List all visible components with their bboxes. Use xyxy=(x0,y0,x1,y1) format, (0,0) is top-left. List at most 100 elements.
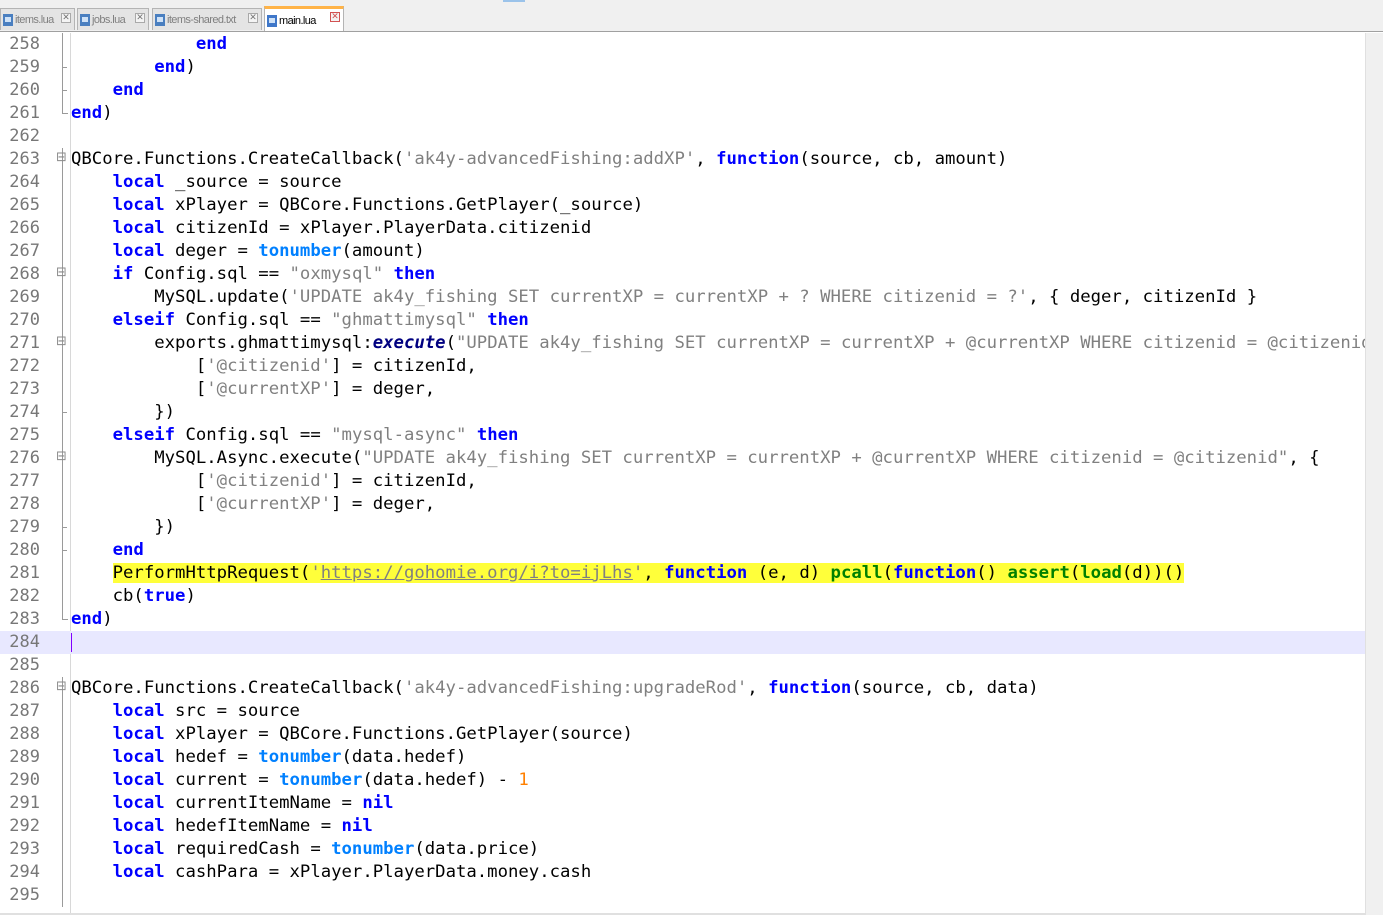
tab-items-lua[interactable]: items.lua ✕ xyxy=(0,8,75,30)
code-line[interactable]: 277 ['@citizenid'] = citizenId, xyxy=(0,470,1365,493)
fold-guide xyxy=(57,240,68,263)
code-line[interactable]: 280 end xyxy=(0,539,1365,562)
code-editor[interactable]: 258 end259 end)260 end261end)262263QBCor… xyxy=(0,33,1365,913)
code-line[interactable]: 286 QBCore.Functions.CreateCallback('ak4y… xyxy=(0,677,1365,700)
fold-guide xyxy=(57,539,68,562)
code-line[interactable]: 270 elseif Config.sql == "ghmattimysql" … xyxy=(0,309,1365,332)
code-text: PerformHttpRequest('https://gohomie.org/… xyxy=(71,562,1185,585)
fold-guide xyxy=(57,861,68,884)
code-line[interactable]: 290 local current = tonumber(data.hedef)… xyxy=(0,769,1365,792)
code-line[interactable]: 266 local citizenId = xPlayer.PlayerData… xyxy=(0,217,1365,240)
line-number: 273 xyxy=(9,379,40,399)
code-line[interactable]: 265 local xPlayer = QBCore.Functions.Get… xyxy=(0,194,1365,217)
code-text: exports.ghmattimysql:execute("UPDATE ak4… xyxy=(71,333,1365,353)
line-number: 295 xyxy=(9,885,40,905)
close-icon[interactable]: ✕ xyxy=(248,13,258,23)
fold-guide xyxy=(57,194,68,217)
fold-guide xyxy=(57,792,68,815)
code-line[interactable]: 291 local currentItemName = nil xyxy=(0,792,1365,815)
code-text: ['@citizenid'] = citizenId, xyxy=(71,356,477,376)
line-number: 281 xyxy=(9,563,40,583)
fold-guide xyxy=(57,700,68,723)
line-number: 283 xyxy=(9,609,40,629)
fold-toggle-icon[interactable] xyxy=(56,332,68,355)
code-line[interactable]: 279 }) xyxy=(0,516,1365,539)
fold-guide xyxy=(57,33,68,56)
code-line[interactable]: 292 local hedefItemName = nil xyxy=(0,815,1365,838)
line-number: 282 xyxy=(9,586,40,606)
code-line[interactable]: 294 local cashPara = xPlayer.PlayerData.… xyxy=(0,861,1365,884)
line-number: 275 xyxy=(9,425,40,445)
code-line[interactable]: 276 MySQL.Async.execute("UPDATE ak4y_fis… xyxy=(0,447,1365,470)
code-line[interactable]: 282 cb(true) xyxy=(0,585,1365,608)
code-line[interactable]: 269 MySQL.update('UPDATE ak4y_fishing SE… xyxy=(0,286,1365,309)
fold-toggle-icon[interactable] xyxy=(56,148,68,171)
tab-main-lua[interactable]: main.lua ✕ xyxy=(264,6,344,32)
line-number: 266 xyxy=(9,218,40,238)
code-line[interactable]: 263 QBCore.Functions.CreateCallback('ak4y… xyxy=(0,148,1365,171)
line-number: 287 xyxy=(9,701,40,721)
fold-toggle-icon[interactable] xyxy=(56,447,68,470)
code-line[interactable]: 273 ['@currentXP'] = deger, xyxy=(0,378,1365,401)
code-line[interactable]: 271 exports.ghmattimysql:execute("UPDATE… xyxy=(0,332,1365,355)
code-line[interactable]: 262 xyxy=(0,125,1365,148)
code-text: MySQL.Async.execute("UPDATE ak4y_fishing… xyxy=(71,448,1320,468)
code-line[interactable]: 260 end xyxy=(0,79,1365,102)
fold-guide xyxy=(57,562,68,585)
code-text: local currentItemName = nil xyxy=(112,793,394,813)
line-number: 284 xyxy=(9,632,40,652)
text-caret xyxy=(71,633,72,652)
line-number: 292 xyxy=(9,816,40,836)
code-text: local deger = tonumber(amount) xyxy=(112,241,425,261)
fold-guide xyxy=(57,378,68,401)
close-icon[interactable]: ✕ xyxy=(330,12,340,22)
code-text: end) xyxy=(154,57,196,77)
code-line[interactable]: 285 xyxy=(0,654,1365,677)
code-line[interactable]: 283 end) xyxy=(0,608,1365,631)
code-text: end xyxy=(112,80,144,100)
code-line[interactable]: 295 xyxy=(0,884,1365,907)
fold-guide xyxy=(57,493,68,516)
code-text: ['@citizenid'] = citizenId, xyxy=(71,471,477,491)
code-text: local xPlayer = QBCore.Functions.GetPlay… xyxy=(112,724,633,744)
vertical-scrollbar[interactable] xyxy=(1365,33,1383,915)
tab-bar-divider xyxy=(0,31,1383,32)
tab-label: items.lua xyxy=(15,13,54,26)
fold-toggle-icon[interactable] xyxy=(56,677,68,700)
code-line[interactable]: 259 end) xyxy=(0,56,1365,79)
close-icon[interactable]: ✕ xyxy=(135,13,145,23)
code-line[interactable]: 284 xyxy=(0,631,1365,654)
code-text: end) xyxy=(71,103,113,123)
line-number: 264 xyxy=(9,172,40,192)
code-line[interactable]: 268 if Config.sql == "oxmysql" then xyxy=(0,263,1365,286)
code-text: ['@currentXP'] = deger, xyxy=(71,379,436,399)
code-line[interactable]: 274 }) xyxy=(0,401,1365,424)
code-line[interactable]: 289 local hedef = tonumber(data.hedef) xyxy=(0,746,1365,769)
fold-guide xyxy=(57,815,68,838)
code-text: if Config.sql == "oxmysql" then xyxy=(112,264,436,284)
fold-toggle-icon[interactable] xyxy=(56,263,68,286)
code-line[interactable]: 281 PerformHttpRequest('https://gohomie.… xyxy=(0,562,1365,585)
code-line[interactable]: 272 ['@citizenid'] = citizenId, xyxy=(0,355,1365,378)
code-line[interactable]: 264 local _source = source xyxy=(0,171,1365,194)
close-icon[interactable]: ✕ xyxy=(61,13,71,23)
tab-items-shared-txt[interactable]: items-shared.txt ✕ xyxy=(152,8,262,30)
fold-guide xyxy=(57,79,68,102)
code-line[interactable]: 267 local deger = tonumber(amount) xyxy=(0,240,1365,263)
fold-guide xyxy=(57,309,68,332)
code-line[interactable]: 287 local src = source xyxy=(0,700,1365,723)
fold-guide xyxy=(57,585,68,608)
tab-jobs-lua[interactable]: jobs.lua ✕ xyxy=(77,8,149,30)
line-number: 268 xyxy=(9,264,40,284)
code-line[interactable]: 275 elseif Config.sql == "mysql-async" t… xyxy=(0,424,1365,447)
code-line[interactable]: 293 local requiredCash = tonumber(data.p… xyxy=(0,838,1365,861)
toolbar-edge xyxy=(503,0,525,2)
code-text: ['@currentXP'] = deger, xyxy=(71,494,436,514)
code-line[interactable]: 258 end xyxy=(0,33,1365,56)
code-text: local src = source xyxy=(112,701,300,721)
line-number: 271 xyxy=(9,333,40,353)
code-line[interactable]: 261 end) xyxy=(0,102,1365,125)
line-number: 270 xyxy=(9,310,40,330)
code-line[interactable]: 278 ['@currentXP'] = deger, xyxy=(0,493,1365,516)
code-line[interactable]: 288 local xPlayer = QBCore.Functions.Get… xyxy=(0,723,1365,746)
